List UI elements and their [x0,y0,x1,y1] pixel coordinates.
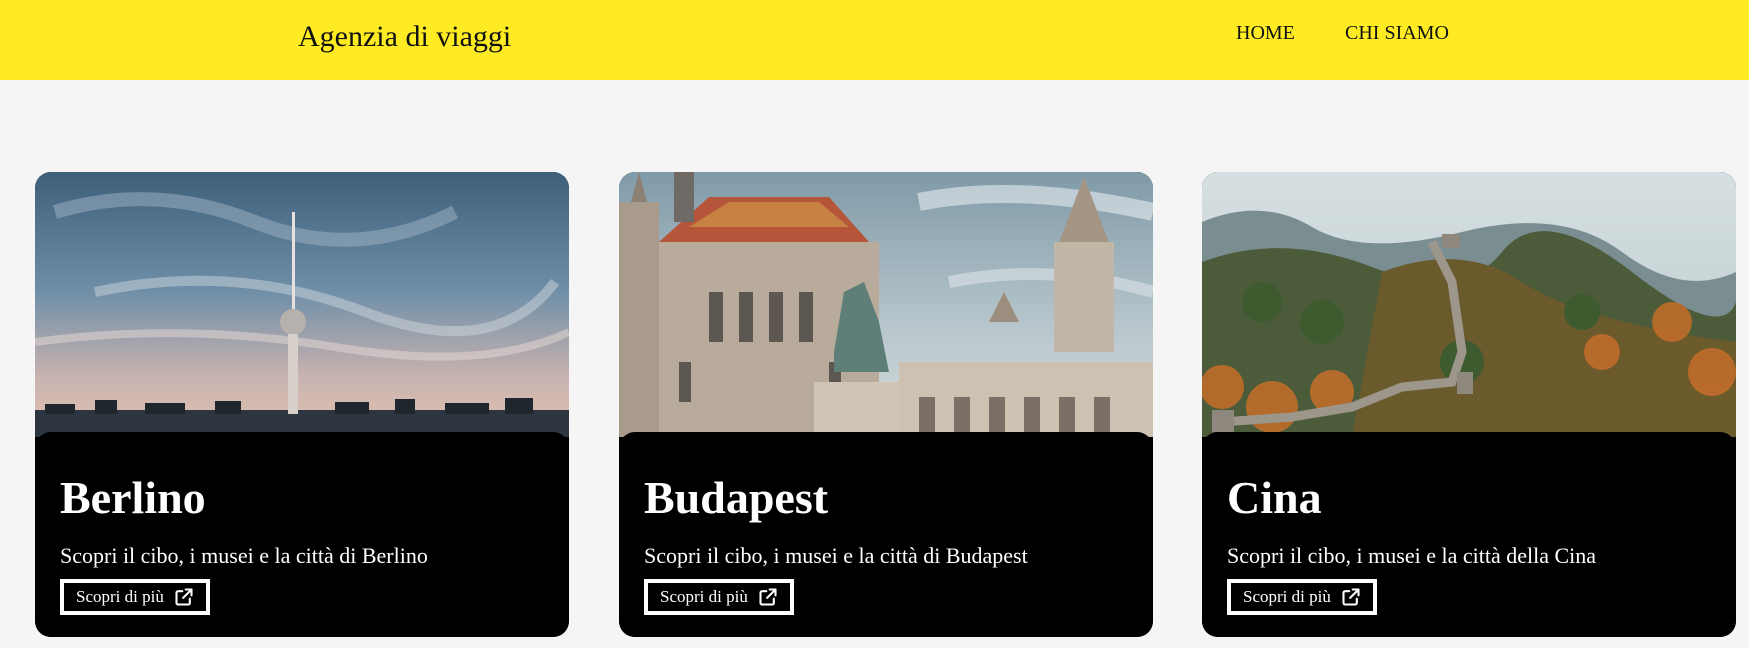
berlin-photo [35,172,569,437]
nav-home-link[interactable]: HOME [1236,22,1295,45]
button-label: Scopri di più [660,587,748,606]
card-body: Budapest Scopri il cibo, i musei e la ci… [619,432,1153,637]
card-body: Cina Scopri il cibo, i musei e la città … [1202,432,1736,637]
external-link-icon [758,587,778,607]
card-title: Budapest [644,472,829,523]
button-label: Scopri di più [1243,587,1331,606]
external-link-icon [174,587,194,607]
destination-card-budapest: Budapest Scopri il cibo, i musei e la ci… [619,172,1153,637]
destination-card-berlino: Berlino Scopri il cibo, i musei e la cit… [35,172,569,637]
card-description: Scopri il cibo, i musei e la città di Bu… [644,543,1028,568]
card-description: Scopri il cibo, i musei e la città di Be… [60,543,428,568]
site-brand[interactable]: Agenzia di viaggi [298,20,511,54]
button-label: Scopri di più [76,587,164,606]
nav-chi-siamo-link[interactable]: CHI SIAMO [1345,22,1449,45]
card-title: Cina [1227,472,1322,523]
card-title: Berlino [60,472,206,523]
top-header: Agenzia di viaggi HOME CHI SIAMO [0,0,1749,80]
scopri-di-piu-button[interactable]: Scopri di più [60,579,210,615]
destination-card-cina: Cina Scopri il cibo, i musei e la città … [1202,172,1736,637]
great-wall-photo [1202,172,1736,437]
scopri-di-piu-button[interactable]: Scopri di più [1227,579,1377,615]
scopri-di-piu-button[interactable]: Scopri di più [644,579,794,615]
external-link-icon [1341,587,1361,607]
card-description: Scopri il cibo, i musei e la città della… [1227,543,1597,568]
budapest-photo [619,172,1153,437]
card-body: Berlino Scopri il cibo, i musei e la cit… [35,432,569,637]
